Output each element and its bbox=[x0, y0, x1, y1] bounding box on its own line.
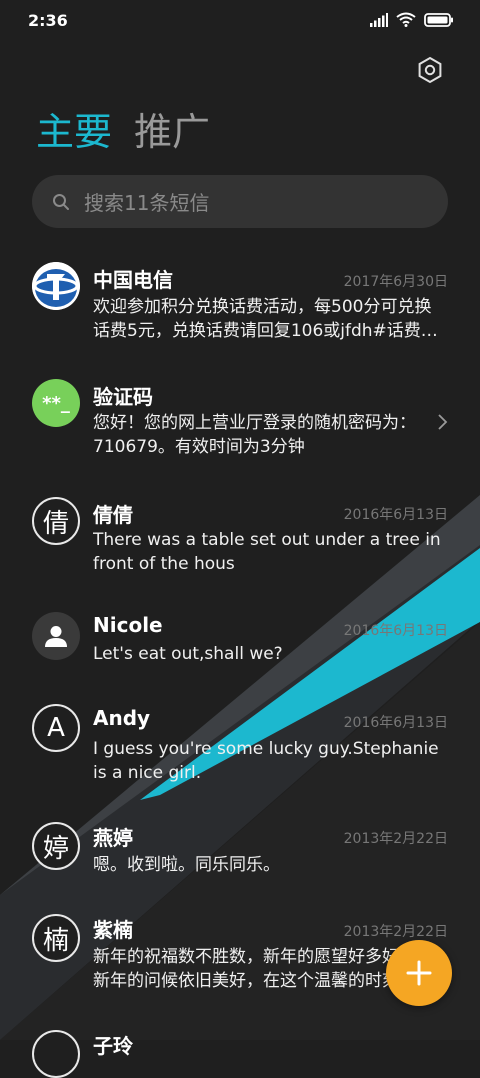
contact-name: 紫楠 bbox=[93, 918, 133, 942]
message-date: 2016年6月13日 bbox=[343, 715, 448, 731]
conversation-item[interactable]: Nicole 2016年6月13日 Let's eat out,shall we… bbox=[0, 603, 480, 683]
status-bar: 2:36 bbox=[0, 0, 480, 40]
message-snippet: There was a table set out under a tree i… bbox=[93, 530, 441, 574]
message-snippet: Let's eat out,shall we? bbox=[93, 644, 283, 664]
contact-name: 中国电信 bbox=[93, 268, 173, 292]
message-date: 2013年2月22日 bbox=[343, 831, 448, 847]
settings-hex-icon[interactable] bbox=[416, 56, 444, 84]
search-bar[interactable]: 搜索11条短信 bbox=[32, 175, 448, 228]
contact-avatar: 楠 bbox=[32, 914, 80, 962]
tab-bar: 主要 推广 bbox=[36, 108, 210, 156]
contact-name: 倩倩 bbox=[93, 503, 133, 527]
contact-name: 验证码 bbox=[93, 385, 153, 409]
conversation-item[interactable]: 倩 倩倩 2016年6月13日 There was a table set ou… bbox=[0, 487, 480, 591]
avatar-letter: 倩 bbox=[42, 508, 69, 539]
contact-avatar: 婷 bbox=[32, 822, 80, 870]
contact-avatar: A bbox=[32, 704, 80, 752]
message-snippet: I guess you're some lucky guy.Stephanie … bbox=[93, 739, 439, 783]
contact-name: 子玲 bbox=[93, 1034, 133, 1058]
china-telecom-logo-icon bbox=[32, 262, 80, 310]
verification-code-avatar: **_ bbox=[32, 379, 80, 427]
signal-icon bbox=[370, 12, 388, 27]
contact-name: Nicole bbox=[93, 613, 163, 637]
search-icon bbox=[53, 193, 69, 210]
message-snippet: 欢迎参加积分兑换话费活动，每500分可兑换话费5元，兑换话费请回复106或jfd… bbox=[93, 297, 438, 341]
tab-primary[interactable]: 主要 bbox=[36, 108, 112, 156]
avatar-text: **_ bbox=[42, 392, 70, 414]
contact-name: 燕婷 bbox=[93, 826, 133, 850]
conversation-item[interactable]: 中国电信 2017年6月30日 欢迎参加积分兑换话费活动，每500分可兑换话费5… bbox=[0, 250, 480, 354]
chevron-right-icon[interactable] bbox=[436, 413, 448, 431]
battery-icon bbox=[424, 12, 453, 27]
search-input-placeholder[interactable]: 搜索11条短信 bbox=[84, 187, 209, 216]
message-snippet: 您好！您的网上营业厅登录的随机密码为：710679。有效时间为3分钟 bbox=[93, 413, 416, 457]
plus-icon bbox=[406, 960, 432, 986]
status-time: 2:36 bbox=[28, 11, 68, 30]
message-date: 2016年6月13日 bbox=[343, 507, 448, 523]
status-icons bbox=[370, 12, 454, 27]
message-date: 2016年6月13日 bbox=[343, 623, 448, 639]
conversation-item[interactable]: 婷 燕婷 2013年2月22日 嗯。收到啦。同乐同乐。 bbox=[0, 820, 480, 900]
wifi-icon bbox=[396, 12, 416, 27]
new-message-button[interactable] bbox=[386, 940, 452, 1006]
avatar-letter: 楠 bbox=[42, 925, 69, 956]
person-icon bbox=[32, 612, 80, 660]
tab-promotions[interactable]: 推广 bbox=[134, 108, 210, 156]
avatar-letter: A bbox=[47, 713, 65, 743]
conversation-item[interactable]: 子玲 bbox=[0, 1030, 480, 1078]
message-date: 2017年6月30日 bbox=[343, 274, 448, 290]
conversation-item[interactable]: **_ 验证码 您好！您的网上营业厅登录的随机密码为：710679。有效时间为3… bbox=[0, 369, 480, 473]
contact-avatar bbox=[32, 1030, 80, 1078]
contact-name: Andy bbox=[93, 706, 151, 730]
message-snippet: 嗯。收到啦。同乐同乐。 bbox=[93, 855, 280, 875]
conversation-item[interactable]: A Andy 2016年6月13日 I guess you're some lu… bbox=[0, 702, 480, 802]
contact-avatar: 倩 bbox=[32, 497, 80, 545]
message-date: 2013年2月22日 bbox=[343, 924, 448, 940]
avatar-letter: 婷 bbox=[42, 833, 69, 864]
